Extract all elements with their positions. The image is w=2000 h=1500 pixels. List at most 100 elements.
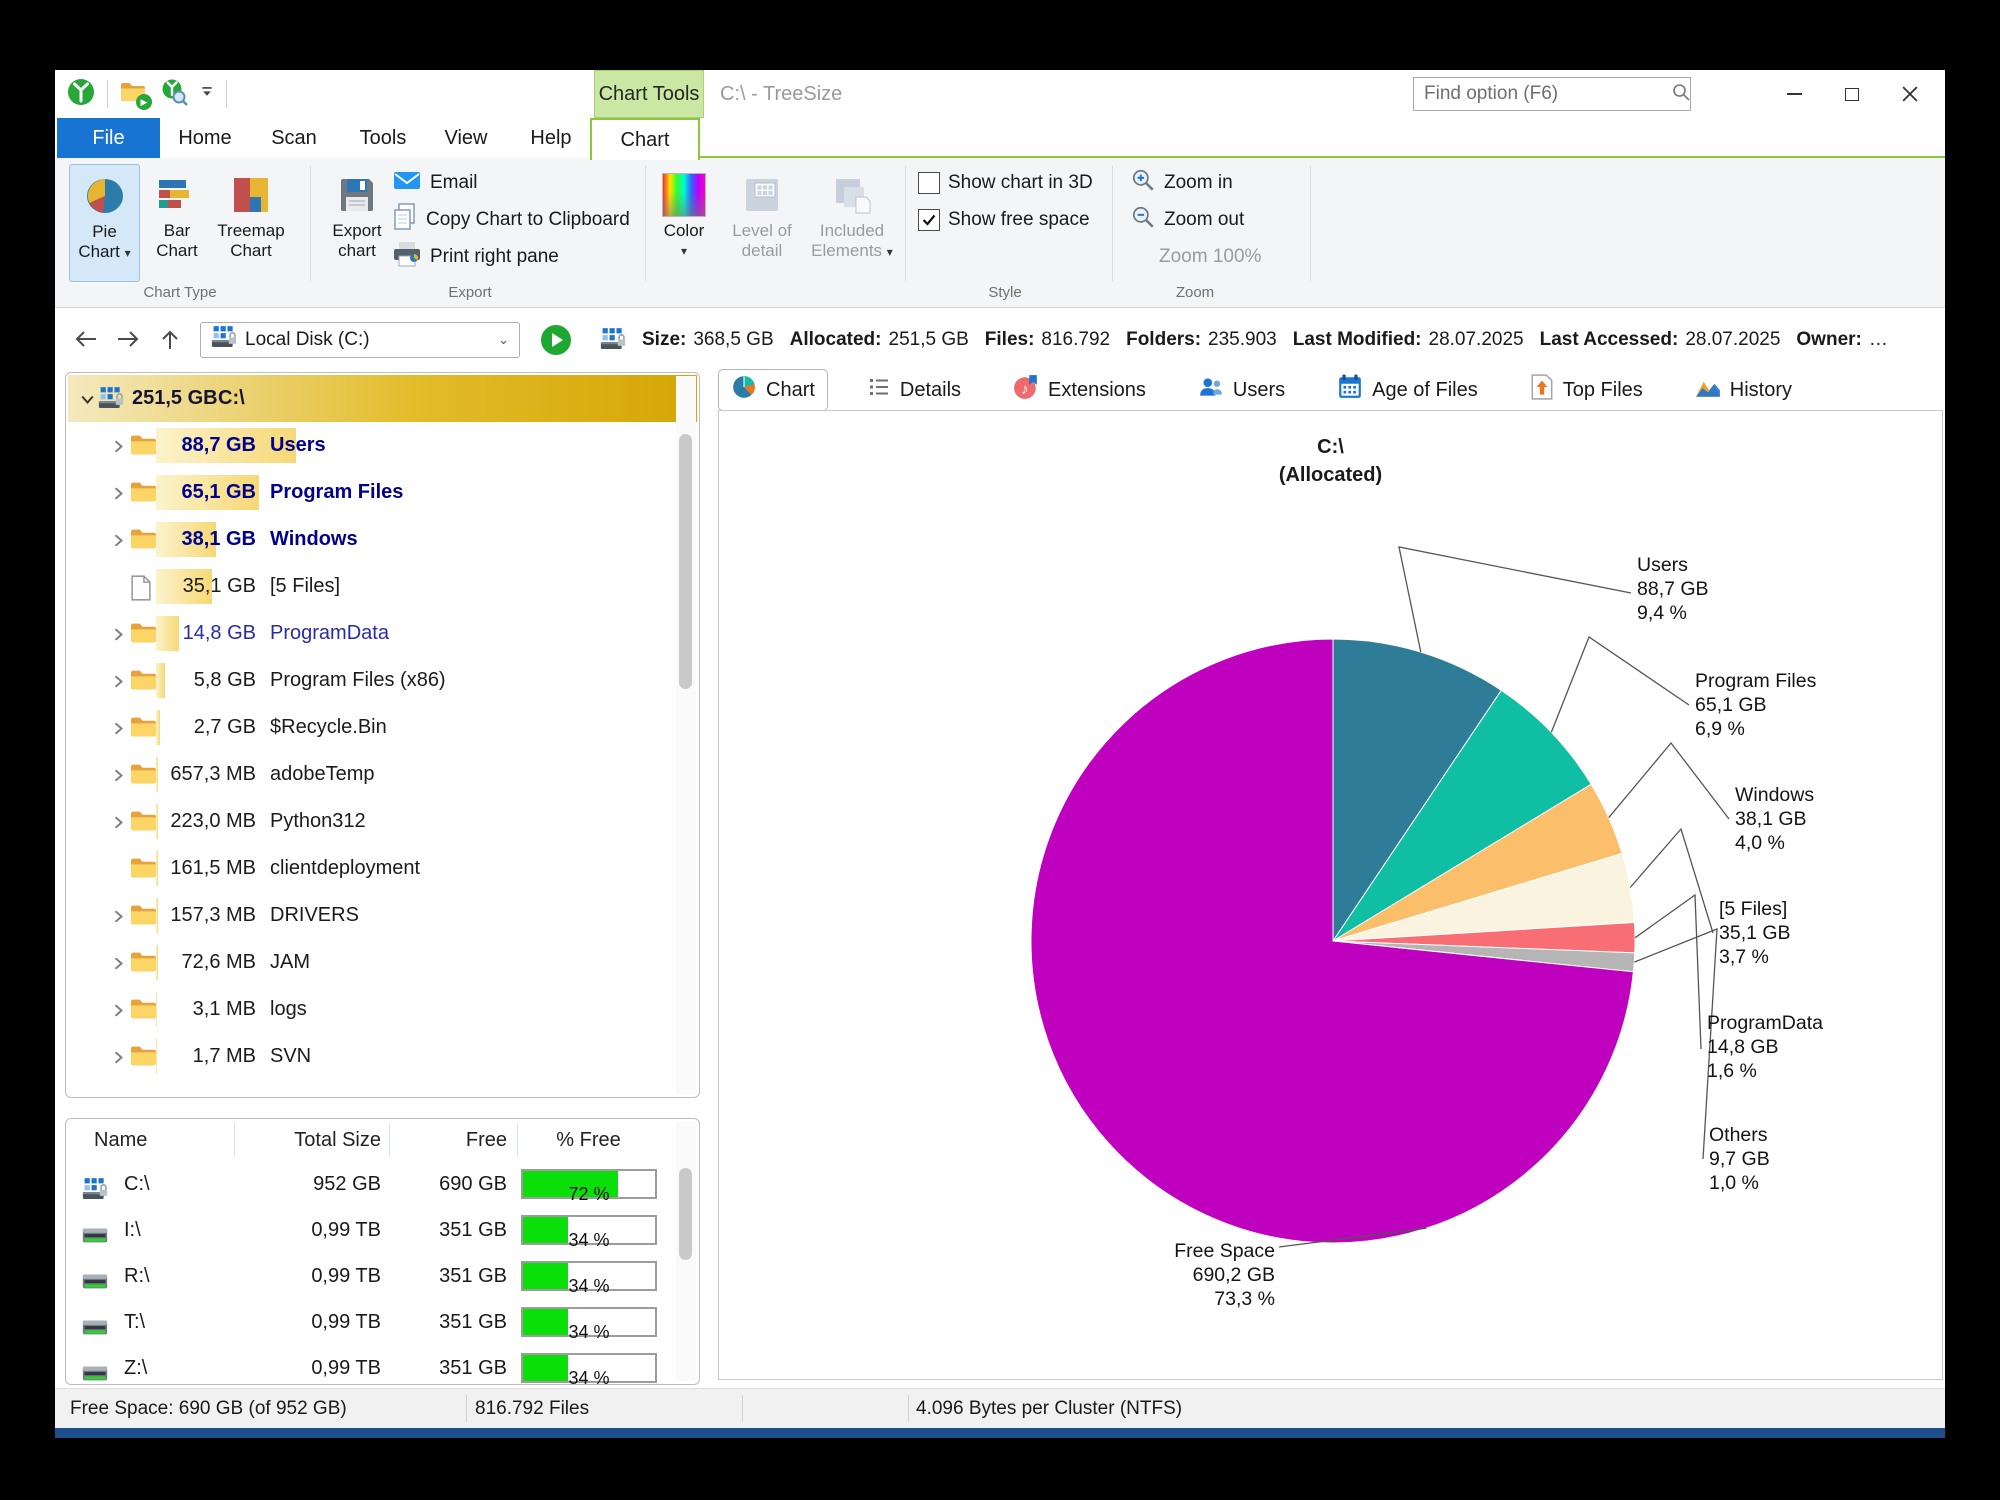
tab-details[interactable]: Details xyxy=(854,370,974,410)
find-option-input[interactable] xyxy=(1422,82,1671,106)
tree-row-python312[interactable]: 223,0 MBPython312 xyxy=(68,798,667,845)
pie-chart-button[interactable]: Pie Chart ▾ xyxy=(69,164,140,282)
tree-row-logs[interactable]: 3,1 MBlogs xyxy=(68,986,667,1033)
scan-folder-icon[interactable]: ▶ xyxy=(120,81,148,107)
pie-label-program-files: Program Files65,1 GB6,9 % xyxy=(1695,669,1816,741)
tree-row-windows[interactable]: 38,1 GBWindows xyxy=(68,516,667,563)
pie-label-programdata: ProgramData14,8 GB1,6 % xyxy=(1707,1011,1823,1083)
chevron-right-icon[interactable] xyxy=(111,1003,126,1023)
show-chart-3d-option[interactable]: Show chart in 3D xyxy=(918,166,1093,200)
tree-item-name: JAM xyxy=(270,939,310,986)
column-header-pct-free[interactable]: % Free xyxy=(521,1119,656,1161)
drive-row-r[interactable]: R:\0,99 TB351 GB34 % xyxy=(66,1253,669,1299)
menu-tab-scan[interactable]: Scan xyxy=(251,118,337,158)
chevron-down-icon: ▾ xyxy=(681,241,687,261)
show-free-space-option[interactable]: Show free space xyxy=(918,203,1090,237)
chevron-right-icon[interactable] xyxy=(111,674,126,694)
chevron-right-icon[interactable] xyxy=(111,768,126,788)
tab-chart[interactable]: Chart xyxy=(718,369,828,411)
drive-row-t[interactable]: T:\0,99 TB351 GB34 % xyxy=(66,1299,669,1345)
maximize-button[interactable] xyxy=(1823,70,1881,118)
drive-row-z[interactable]: Z:\0,99 TB351 GB34 % xyxy=(66,1345,669,1385)
copy-chart-button[interactable]: Copy Chart to Clipboard xyxy=(392,203,630,237)
tree-row-root[interactable]: 251,5 GB C:\ xyxy=(68,375,697,422)
tab-history[interactable]: History xyxy=(1682,370,1805,410)
chevron-down-icon[interactable] xyxy=(80,392,95,412)
pie-label-size: 38,1 GB xyxy=(1735,807,1814,831)
checkbox-checked[interactable] xyxy=(918,209,940,231)
tree-row-programdata[interactable]: 14,8 GBProgramData xyxy=(68,610,667,657)
scrollbar-thumb[interactable] xyxy=(679,1168,692,1260)
treesize-logo-icon xyxy=(67,78,95,111)
treemap-chart-button[interactable]: Treemap Chart xyxy=(213,164,289,282)
tree-row-svn[interactable]: 1,7 MBSVN xyxy=(68,1033,667,1080)
chevron-right-icon[interactable] xyxy=(111,909,126,929)
tree-row-users[interactable]: 88,7 GBUsers xyxy=(68,422,667,469)
menu-tab-file[interactable]: File xyxy=(57,118,160,158)
zoom-100-button[interactable]: Zoom 100% xyxy=(1159,240,1261,274)
qat-customize-chevron-icon[interactable] xyxy=(200,85,214,104)
column-divider[interactable] xyxy=(234,1123,235,1157)
tree-scrollbar[interactable] xyxy=(676,376,696,1094)
column-divider[interactable] xyxy=(389,1123,390,1157)
tree-row-drivers[interactable]: 157,3 MBDRIVERS xyxy=(68,892,667,939)
up-icon[interactable] xyxy=(159,328,181,357)
chevron-right-icon[interactable] xyxy=(111,721,126,741)
drive-row-i[interactable]: I:\0,99 TB351 GB34 % xyxy=(66,1207,669,1253)
print-right-pane-button[interactable]: Print right pane xyxy=(392,240,559,274)
column-divider[interactable] xyxy=(517,1123,518,1157)
start-scan-button[interactable] xyxy=(540,324,572,356)
scrollbar-thumb[interactable] xyxy=(679,434,692,689)
tab-age-of-files[interactable]: Age of Files xyxy=(1324,369,1491,411)
menu-tab-chart[interactable]: Chart xyxy=(590,118,700,160)
chevron-right-icon[interactable] xyxy=(111,627,126,647)
chevron-right-icon[interactable] xyxy=(111,486,126,506)
export-chart-button[interactable]: Export chart xyxy=(327,164,387,282)
zoom-out-button[interactable]: Zoom out xyxy=(1130,203,1244,237)
column-header-total-size[interactable]: Total Size xyxy=(216,1119,381,1161)
find-option-box[interactable] xyxy=(1413,77,1691,111)
tree-row-adobetemp[interactable]: 657,3 MBadobeTemp xyxy=(68,751,667,798)
drive-list-scrollbar[interactable] xyxy=(676,1122,696,1381)
forward-icon[interactable] xyxy=(115,328,141,355)
email-button[interactable]: Email xyxy=(392,166,478,200)
menu-tab-home[interactable]: Home xyxy=(165,118,245,158)
column-header-free[interactable]: Free xyxy=(396,1119,507,1161)
tree-row-clientdeployment[interactable]: 161,5 MBclientdeployment xyxy=(68,845,667,892)
tab-extensions[interactable]: ♪Extensions xyxy=(1000,369,1159,411)
path-value: Local Disk (C:) xyxy=(245,329,370,351)
close-button[interactable] xyxy=(1881,70,1939,118)
menu-tab-view[interactable]: View xyxy=(427,118,505,158)
bar-chart-button[interactable]: Bar Chart xyxy=(151,164,203,282)
checkbox-unchecked[interactable] xyxy=(918,172,940,194)
drive-total: 0,99 TB xyxy=(206,1299,381,1345)
tree-row-program-files-x86-[interactable]: 5,8 GBProgram Files (x86) xyxy=(68,657,667,704)
included-elements-button[interactable]: Included Elements ▾ xyxy=(807,164,897,282)
scan-search-icon[interactable] xyxy=(160,78,188,111)
zoom-in-button[interactable]: Zoom in xyxy=(1130,166,1233,200)
chevron-right-icon[interactable] xyxy=(111,439,126,459)
chevron-right-icon[interactable] xyxy=(111,815,126,835)
c-drive-icon xyxy=(98,386,124,415)
tree-row--5-files-[interactable]: 35,1 GB[5 Files] xyxy=(68,563,667,610)
menu-tab-tools[interactable]: Tools xyxy=(341,118,425,158)
copy-icon xyxy=(392,203,418,237)
tree-row--recycle-bin[interactable]: 2,7 GB$Recycle.Bin xyxy=(68,704,667,751)
tree-row-jam[interactable]: 72,6 MBJAM xyxy=(68,939,667,986)
chevron-right-icon[interactable] xyxy=(111,1050,126,1070)
tab-label: Age of Files xyxy=(1372,379,1478,402)
color-button[interactable]: Color ▾ xyxy=(655,164,713,282)
tab-top-files[interactable]: Top Files xyxy=(1517,369,1656,411)
menu-tab-help[interactable]: Help xyxy=(507,118,595,158)
column-header-name[interactable]: Name xyxy=(94,1119,147,1161)
tree-row-program-files[interactable]: 65,1 GBProgram Files xyxy=(68,469,667,516)
back-icon[interactable] xyxy=(73,328,99,355)
pie-label-size: 65,1 GB xyxy=(1695,693,1816,717)
path-combobox[interactable]: Local Disk (C:) ⌄ xyxy=(200,322,520,358)
chevron-right-icon[interactable] xyxy=(111,533,126,553)
level-of-detail-button[interactable]: Level of detail xyxy=(727,164,797,282)
chevron-right-icon[interactable] xyxy=(111,956,126,976)
drive-row-c[interactable]: C:\952 GB690 GB72 % xyxy=(66,1161,669,1207)
minimize-button[interactable] xyxy=(1765,70,1823,118)
tab-users[interactable]: Users xyxy=(1185,369,1298,411)
